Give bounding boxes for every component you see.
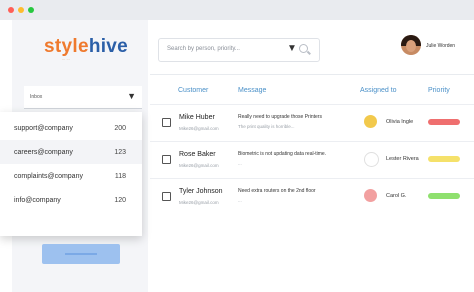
inbox-option-email: support@company xyxy=(14,125,73,132)
agent-avatar xyxy=(364,152,379,167)
agent-avatar xyxy=(364,189,377,202)
customer-name: Tyler Johnson xyxy=(179,188,223,195)
logo-text-style: style xyxy=(44,36,89,57)
caret-down-icon: ▼ xyxy=(127,91,136,101)
agent-name: Olivia Ingle xyxy=(386,119,414,125)
agent-name: Carol G. xyxy=(386,193,407,199)
message-subject: Need extra routers on the 2nd floor xyxy=(238,188,316,194)
window-titlebar xyxy=(0,0,474,20)
avatar-face xyxy=(406,40,416,52)
table-row[interactable]: Tyler Johnson Mike26@gmail.com Need extr… xyxy=(150,178,474,216)
inbox-dropdown-menu: support@company 200 careers@company 123 … xyxy=(0,112,142,236)
row-checkbox[interactable] xyxy=(162,155,171,164)
logo-tagline: ... ... xyxy=(62,56,70,61)
table-row[interactable]: Rose Baker Mike26@gmail.com Biometric is… xyxy=(150,141,474,179)
maximize-window-dot[interactable] xyxy=(28,7,34,13)
app-window: stylehive ... ... Inbox ▼ support@compan… xyxy=(0,0,474,292)
agent-avatar xyxy=(364,115,377,128)
search-icon[interactable] xyxy=(299,44,308,53)
column-header-customer[interactable]: Customer xyxy=(178,87,208,94)
priority-badge[interactable] xyxy=(428,193,460,199)
logo-text-hive: hive xyxy=(88,36,129,57)
user-avatar[interactable] xyxy=(401,35,421,55)
compose-button-bar xyxy=(65,253,97,255)
message-preview: ... xyxy=(238,161,242,166)
customer-email: Mike26@gmail.com xyxy=(179,163,219,168)
inbox-option-email: careers@company xyxy=(14,149,73,156)
agent-name: Lester Rivera xyxy=(386,156,419,162)
inbox-option-careers[interactable]: careers@company 123 xyxy=(0,140,142,164)
inbox-option-support[interactable]: support@company 200 xyxy=(0,116,142,140)
inbox-option-email: info@company xyxy=(14,197,61,204)
search-box[interactable]: Search by person, priority... ▼ xyxy=(158,38,320,62)
priority-badge[interactable] xyxy=(428,156,460,162)
customer-email: Mike26@gmail.com xyxy=(179,200,219,205)
customer-name: Mike Huber xyxy=(179,114,215,121)
message-preview: ... xyxy=(238,198,242,203)
header-divider xyxy=(150,74,474,75)
inbox-option-count: 200 xyxy=(114,125,126,132)
customer-name: Rose Baker xyxy=(179,151,216,158)
close-window-dot[interactable] xyxy=(8,7,14,13)
priority-badge[interactable] xyxy=(428,119,460,125)
inbox-option-email: complaints@company xyxy=(14,173,83,180)
message-subject: Biometric is not updating data real-time… xyxy=(238,151,327,157)
inbox-option-complaints[interactable]: complaints@company 118 xyxy=(0,164,142,188)
inbox-option-count: 120 xyxy=(114,197,126,204)
inbox-option-count: 118 xyxy=(114,173,126,180)
compose-button[interactable] xyxy=(42,244,120,264)
filter-caret-icon[interactable]: ▼ xyxy=(287,43,297,55)
column-header-message[interactable]: Message xyxy=(238,87,266,94)
stylehive-logo[interactable]: stylehive xyxy=(44,36,128,58)
search-placeholder: Search by person, priority... xyxy=(167,46,240,52)
inbox-option-info[interactable]: info@company 120 xyxy=(0,188,142,212)
message-preview: The print quality is horrible... xyxy=(238,124,295,129)
inbox-option-count: 123 xyxy=(114,149,126,156)
table-row[interactable]: Mike Huber Mike26@gmail.com Really need … xyxy=(150,104,474,142)
customer-email: Mike26@gmail.com xyxy=(179,126,219,131)
row-checkbox[interactable] xyxy=(162,118,171,127)
minimize-window-dot[interactable] xyxy=(18,7,24,13)
message-subject: Really need to upgrade those Printers xyxy=(238,114,322,120)
column-header-assigned[interactable]: Assigned to xyxy=(360,87,397,94)
user-name[interactable]: Julie Worden xyxy=(426,43,455,49)
column-header-priority[interactable]: Priority xyxy=(428,87,450,94)
row-checkbox[interactable] xyxy=(162,192,171,201)
inbox-selected-label: Inbox xyxy=(30,94,43,100)
inbox-select[interactable]: Inbox ▼ xyxy=(24,86,142,109)
